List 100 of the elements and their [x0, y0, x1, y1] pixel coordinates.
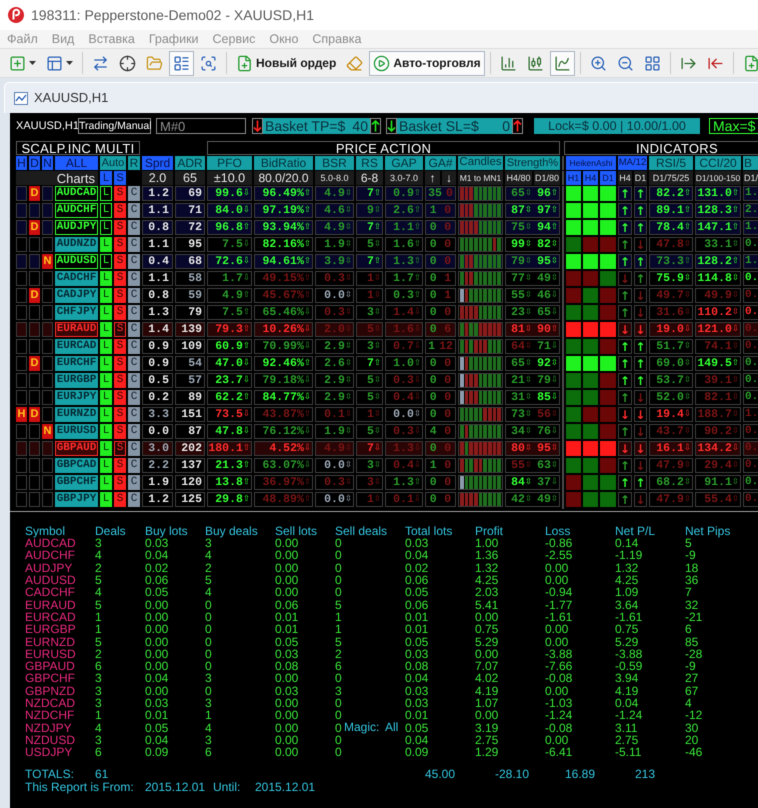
basket-tp-field[interactable]: Basket TP=$ 40	[263, 118, 370, 134]
short-toggle[interactable]: S	[114, 254, 126, 269]
long-toggle[interactable]: L	[100, 237, 112, 252]
symbol-button[interactable]: EURCHF	[55, 356, 98, 371]
report-value: 3.94	[615, 671, 638, 686]
symbol-button[interactable]: AUDCHF	[55, 203, 98, 218]
close-trade-button[interactable]: C	[128, 322, 140, 337]
close-trade-button[interactable]: C	[128, 441, 140, 456]
close-trade-button[interactable]: C	[128, 373, 140, 388]
short-toggle[interactable]: S	[114, 305, 126, 320]
close-trade-button[interactable]: C	[128, 271, 140, 286]
short-toggle[interactable]: S	[114, 339, 126, 354]
close-trade-button[interactable]: C	[128, 390, 140, 405]
short-toggle[interactable]: S	[114, 475, 126, 490]
symbol-button[interactable]: AUDNZD	[55, 237, 98, 252]
symbol-button[interactable]: AUDUSD	[55, 254, 98, 269]
increase-button[interactable]	[512, 118, 523, 134]
symbol-button[interactable]: AUDJPY	[55, 220, 98, 235]
short-toggle[interactable]: S	[114, 186, 126, 201]
short-toggle[interactable]: S	[114, 373, 126, 388]
symbol-button[interactable]: EURCAD	[55, 339, 98, 354]
short-toggle[interactable]: S	[114, 458, 126, 473]
close-trade-button[interactable]: C	[128, 220, 140, 235]
mode-button[interactable]: Trading/Manual	[78, 118, 151, 134]
long-toggle[interactable]: L	[100, 322, 112, 337]
close-trade-button[interactable]: C	[128, 458, 140, 473]
short-toggle[interactable]: S	[114, 424, 126, 439]
menu-item[interactable]: Вставка	[84, 32, 139, 46]
symbol-button[interactable]: CADJPY	[55, 288, 98, 303]
close-trade-button[interactable]: C	[128, 254, 140, 269]
menu-item[interactable]: Сервис	[208, 32, 260, 46]
close-trade-button[interactable]: C	[128, 407, 140, 422]
close-trade-button[interactable]: C	[128, 237, 140, 252]
symbol-button[interactable]: GBPJPY	[55, 492, 98, 507]
close-trade-button[interactable]: C	[128, 424, 140, 439]
short-toggle[interactable]: S	[114, 441, 126, 456]
short-toggle[interactable]: S	[114, 322, 126, 337]
metric-value: 87	[188, 426, 202, 438]
long-toggle[interactable]: L	[100, 288, 112, 303]
trend-arrow: ⇳	[550, 274, 558, 283]
menu-item[interactable]: Файл	[3, 32, 42, 46]
long-toggle[interactable]: L	[100, 458, 112, 473]
long-toggle[interactable]: L	[100, 203, 112, 218]
long-toggle[interactable]: L	[100, 305, 112, 320]
decrease-button[interactable]	[386, 118, 397, 134]
menu-item[interactable]: Окно	[265, 32, 302, 46]
symbol-button[interactable]: CHFJPY	[55, 305, 98, 320]
symbol-button[interactable]: CADCHF	[55, 271, 98, 286]
menu-item[interactable]: Графики	[144, 32, 203, 46]
close-trade-button[interactable]: C	[128, 356, 140, 371]
menu-item[interactable]: Вид	[48, 32, 78, 46]
symbol-button[interactable]: GBPAUD	[55, 441, 98, 456]
symbol-button[interactable]: GBPCAD	[55, 458, 98, 473]
symbol-button[interactable]: EURAUD	[55, 322, 98, 337]
long-toggle[interactable]: L	[100, 271, 112, 286]
close-trade-button[interactable]: C	[128, 305, 140, 320]
metric-value: 4.52%	[269, 442, 304, 454]
close-trade-button[interactable]: C	[128, 475, 140, 490]
symbol-button[interactable]: EURUSD	[55, 424, 98, 439]
close-trade-button[interactable]: C	[128, 339, 140, 354]
short-toggle[interactable]: S	[114, 220, 126, 235]
close-trade-button[interactable]: C	[128, 186, 140, 201]
increase-button[interactable]	[370, 118, 381, 134]
symbol-button[interactable]: EURNZD	[55, 407, 98, 422]
close-trade-button[interactable]: C	[128, 288, 140, 303]
long-toggle[interactable]: L	[100, 441, 112, 456]
long-toggle[interactable]: L	[100, 390, 112, 405]
short-toggle[interactable]: S	[114, 407, 126, 422]
short-toggle[interactable]: S	[114, 271, 126, 286]
short-toggle[interactable]: S	[114, 237, 126, 252]
short-toggle[interactable]: S	[114, 288, 126, 303]
symbol-button[interactable]: AUDCAD	[55, 186, 98, 201]
magic-field[interactable]: M#0	[156, 118, 246, 134]
long-toggle[interactable]: L	[100, 373, 112, 388]
short-toggle[interactable]: S	[114, 390, 126, 405]
short-toggle[interactable]: S	[114, 203, 126, 218]
short-toggle[interactable]: S	[114, 492, 126, 507]
long-toggle[interactable]: L	[100, 492, 112, 507]
long-toggle[interactable]: L	[100, 356, 112, 371]
long-toggle[interactable]: L	[100, 475, 112, 490]
symbol-button[interactable]: GBPCHF	[55, 475, 98, 490]
toolbar-button[interactable]: Новый ордер	[232, 50, 340, 76]
toolbar-icon-button[interactable]	[550, 50, 575, 76]
long-toggle[interactable]: L	[100, 186, 112, 201]
metric-value: 0.1	[393, 494, 414, 506]
toolbar-icon-button[interactable]	[169, 50, 194, 76]
toolbar-button[interactable]: Авто-торговля	[369, 50, 485, 76]
short-toggle[interactable]: S	[114, 356, 126, 371]
long-toggle[interactable]: L	[100, 339, 112, 354]
close-trade-button[interactable]: C	[128, 203, 140, 218]
symbol-button[interactable]: EURJPY	[55, 390, 98, 405]
long-toggle[interactable]: L	[100, 254, 112, 269]
symbol-button[interactable]: EURGBP	[55, 373, 98, 388]
decrease-button[interactable]	[252, 118, 263, 134]
long-toggle[interactable]: L	[100, 407, 112, 422]
close-trade-button[interactable]: C	[128, 492, 140, 507]
long-toggle[interactable]: L	[100, 220, 112, 235]
basket-sl-field[interactable]: Basket SL=$ 0	[397, 118, 512, 134]
long-toggle[interactable]: L	[100, 424, 112, 439]
menu-item[interactable]: Справка	[308, 32, 366, 46]
